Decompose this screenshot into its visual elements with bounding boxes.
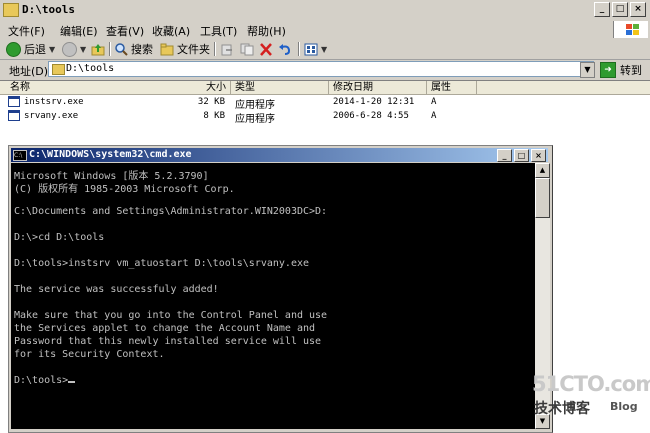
views-icon <box>304 43 318 55</box>
console-line: for its Security Context. <box>14 349 165 360</box>
file-modified: 2006-6-28 4:55 <box>333 111 409 121</box>
cmd-title: C:\WINDOWS\system32\cmd.exe <box>29 149 192 160</box>
address-label: 地址(D) <box>9 65 49 78</box>
exe-file-icon <box>8 110 20 121</box>
back-label: 后退 <box>24 43 46 56</box>
close-button[interactable]: × <box>630 2 646 17</box>
back-button[interactable]: 后退 ▼ <box>6 41 55 57</box>
exe-file-icon <box>8 96 20 107</box>
folders-label: 文件夹 <box>177 43 210 56</box>
file-size: 32 KB <box>197 97 225 107</box>
copy-to-button[interactable] <box>240 41 254 57</box>
address-bar: 地址(D) D:\tools ▼ ➜ 转到 <box>0 60 650 81</box>
copy-to-icon <box>240 43 254 55</box>
go-arrow-icon: ➜ <box>600 62 616 78</box>
console-line: Make sure that you go into the Control P… <box>14 310 328 321</box>
menu-favorites[interactable]: 收藏(A) <box>152 23 190 39</box>
minimize-button[interactable]: _ <box>497 149 512 162</box>
watermark-tagline: 技术博客 <box>534 401 590 417</box>
table-row[interactable]: srvany.exe 8 KB 应用程序 2006-6-28 4:55 A <box>0 109 650 125</box>
file-attributes: A <box>431 97 437 107</box>
column-type[interactable]: 类型 <box>231 81 329 94</box>
console-line: the Services applet to change the Accoun… <box>14 323 316 334</box>
column-size[interactable]: 大小 <box>160 81 231 94</box>
back-arrow-icon <box>6 41 21 57</box>
file-attributes: A <box>431 111 437 121</box>
menu-help[interactable]: 帮助(H) <box>247 23 286 39</box>
console-prompt-line: D:\tools> <box>14 375 76 386</box>
console-line: (C) 版权所有 1985-2003 Microsoft Corp. <box>14 184 235 195</box>
watermark-blog: Blog <box>610 400 638 413</box>
move-to-icon <box>221 44 232 55</box>
scroll-up-icon[interactable]: ▲ <box>535 163 550 178</box>
views-button[interactable]: ▼ <box>304 41 327 57</box>
table-row[interactable]: instsrv.exe 32 KB 应用程序 2014-1-20 12:31 A <box>0 95 650 111</box>
maximize-button[interactable]: □ <box>612 2 628 17</box>
file-type: 应用程序 <box>235 114 275 125</box>
scroll-thumb[interactable] <box>535 178 550 218</box>
move-to-button[interactable] <box>220 41 234 57</box>
column-modified[interactable]: 修改日期 <box>329 81 427 94</box>
search-button[interactable]: 搜索 <box>114 41 153 57</box>
folder-icon <box>3 3 19 17</box>
menu-file[interactable]: 文件(F) <box>8 23 45 39</box>
delete-icon <box>260 42 272 56</box>
undo-button[interactable] <box>278 41 292 57</box>
cmd-window: C:\ C:\WINDOWS\system32\cmd.exe _ □ × Mi… <box>8 145 553 433</box>
forward-button[interactable]: ▼ <box>62 41 86 57</box>
chevron-down-icon: ▼ <box>80 44 87 54</box>
chevron-down-icon: ▼ <box>321 44 328 54</box>
address-input[interactable]: D:\tools <box>48 61 594 77</box>
explorer-titlebar[interactable]: D:\tools _ □ × <box>0 0 650 21</box>
menu-bar: 文件(F) 编辑(E) 查看(V) 收藏(A) 工具(T) 帮助(H) <box>0 20 650 40</box>
menu-edit[interactable]: 编辑(E) <box>60 23 98 39</box>
watermark-site: 51CTO.com <box>532 372 650 396</box>
up-folder-button[interactable] <box>91 41 105 57</box>
windows-logo-icon <box>613 21 648 38</box>
watermark-logo: 51CTO.com 技术博客 Blog <box>530 372 650 422</box>
undo-icon <box>279 43 291 55</box>
go-button[interactable]: ➜ 转到 <box>600 62 642 78</box>
console-line: D:\tools>instsrv vm_atuostart D:\tools\s… <box>14 258 310 269</box>
address-value: D:\tools <box>66 63 115 74</box>
delete-button[interactable] <box>259 41 273 57</box>
console-output[interactable]: Microsoft Windows [版本 5.2.3790] (C) 版权所有… <box>11 163 535 429</box>
search-icon <box>115 42 128 56</box>
text-cursor <box>68 381 76 383</box>
console-line: The service was successfuly added! <box>14 284 219 295</box>
menu-view[interactable]: 查看(V) <box>106 23 144 39</box>
file-modified: 2014-1-20 12:31 <box>333 97 415 107</box>
go-label: 转到 <box>620 64 642 77</box>
file-size: 8 KB <box>203 111 225 121</box>
console-line: C:\Documents and Settings\Administrator.… <box>14 206 328 217</box>
address-dropdown-button[interactable]: ▼ <box>580 62 595 78</box>
console-icon: C:\ <box>13 150 27 161</box>
toolbar: 后退 ▼ ▼ 搜索 文件夹 ▼ <box>0 39 650 60</box>
chevron-down-icon: ▼ <box>49 44 56 54</box>
file-list-header: 名称 大小 类型 修改日期 属性 <box>0 81 650 95</box>
folder-icon <box>52 64 65 75</box>
maximize-button[interactable]: □ <box>514 149 529 162</box>
up-folder-icon <box>91 43 105 55</box>
minimize-button[interactable]: _ <box>594 2 610 17</box>
window-title: D:\tools <box>22 3 75 16</box>
console-prompt: D:\tools> <box>14 375 69 386</box>
folders-button[interactable]: 文件夹 <box>160 41 210 57</box>
forward-arrow-icon <box>62 41 77 57</box>
console-line: Password that this newly installed servi… <box>14 336 322 347</box>
close-button[interactable]: × <box>531 149 546 162</box>
file-name: srvany.exe <box>24 111 79 121</box>
menu-tools[interactable]: 工具(T) <box>200 23 237 39</box>
file-name: instsrv.exe <box>24 97 84 107</box>
column-attributes[interactable]: 属性 <box>427 81 477 94</box>
console-line: D:\>cd D:\tools <box>14 232 105 243</box>
folders-icon <box>160 43 174 55</box>
cmd-titlebar[interactable]: C:\ C:\WINDOWS\system32\cmd.exe _ □ × <box>11 148 548 162</box>
search-label: 搜索 <box>131 43 153 56</box>
